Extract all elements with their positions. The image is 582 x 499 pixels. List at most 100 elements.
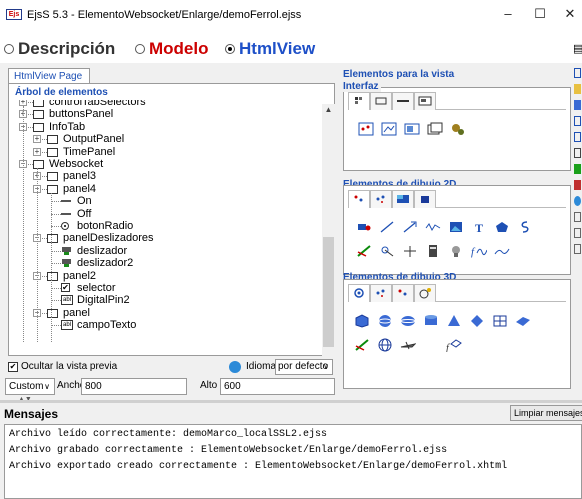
scroll-up-icon[interactable]: ▲	[322, 104, 335, 116]
clear-messages-button[interactable]: Limpiar mensajes	[510, 405, 582, 421]
spring-icon[interactable]	[517, 220, 533, 234]
element-tree[interactable]: + controlTabSelectors + buttonsPanel − InfoTa…	[17, 100, 317, 354]
function-3d-icon[interactable]: f	[446, 338, 462, 354]
tab-3d-sets[interactable]	[370, 284, 392, 302]
language-select[interactable]: por defecto ∨	[275, 359, 333, 375]
cone-3d-icon[interactable]	[446, 314, 462, 328]
tab-2d-basic[interactable]	[348, 190, 370, 208]
arrow-icon[interactable]	[402, 220, 418, 234]
analytic-3d-icon[interactable]	[354, 338, 370, 352]
scroll-thumb[interactable]	[323, 237, 334, 347]
tree-node[interactable]: ✔ selector	[17, 282, 317, 294]
text-icon[interactable]: T	[471, 220, 487, 235]
function-icon[interactable]: f	[471, 244, 488, 258]
tree-node[interactable]: deslizador2	[17, 257, 317, 269]
tab-2d-other[interactable]	[414, 190, 436, 208]
stop-icon[interactable]	[574, 180, 581, 190]
tab-2d-fields[interactable]	[392, 190, 414, 208]
globe-3d-icon[interactable]	[377, 338, 393, 352]
plot-panel-icon[interactable]	[358, 122, 374, 136]
tree-node[interactable]: + buttonsPanel	[17, 108, 317, 120]
tab-3d-fields[interactable]	[392, 284, 414, 302]
height-input[interactable]: 600	[220, 378, 335, 395]
tree-node[interactable]: + controlTabSelectors	[17, 100, 317, 108]
sphere-3d-icon[interactable]	[377, 314, 393, 328]
settings-icon[interactable]	[574, 212, 581, 222]
tab-interfaz-containers[interactable]	[348, 92, 370, 110]
mode-modelo[interactable]: Modelo	[135, 39, 209, 59]
search-icon[interactable]	[574, 132, 581, 142]
tab-interfaz-sliders[interactable]	[392, 92, 414, 110]
new-icon[interactable]	[574, 68, 581, 78]
tree-node[interactable]: On	[17, 195, 317, 207]
tree-node[interactable]: − panel	[17, 307, 317, 319]
tree-node[interactable]: − InfoTab	[17, 121, 317, 133]
tab-2d-sets[interactable]	[370, 190, 392, 208]
tree-node-label: campoTexto	[77, 319, 137, 332]
tree-node-label: panel3	[63, 170, 97, 183]
hide-preview-checkbox[interactable]: ✔	[8, 362, 18, 372]
polygon-icon[interactable]	[494, 220, 510, 234]
tab-htmlview-page[interactable]: HtmlView Page	[8, 68, 90, 84]
width-input[interactable]: 800	[81, 378, 187, 395]
tree-node[interactable]: − panel2	[17, 270, 317, 282]
tab-interfaz-fields[interactable]	[414, 92, 436, 110]
run-icon[interactable]	[574, 164, 581, 174]
tree-node[interactable]: − Websocket	[17, 158, 317, 170]
web-icon[interactable]	[574, 196, 581, 206]
analytic-curve-icon[interactable]	[356, 244, 372, 258]
maximize-button[interactable]: ☐	[526, 3, 554, 25]
expand-icon[interactable]: +	[33, 147, 41, 156]
tree-node[interactable]: − panel4	[17, 183, 317, 195]
tree-node[interactable]: abl DigitalPin2	[17, 294, 317, 306]
tree-node[interactable]: + panel3	[17, 170, 317, 182]
cross-icon[interactable]	[402, 244, 418, 258]
tree-node[interactable]: botonRadio	[17, 220, 317, 232]
image-icon[interactable]	[448, 220, 464, 234]
trail-icon[interactable]	[425, 220, 441, 234]
mode-descripcion[interactable]: Descripción	[4, 39, 115, 59]
tab-3d-other[interactable]	[414, 284, 436, 302]
ellipsoid-3d-icon[interactable]	[400, 314, 416, 328]
wave-icon[interactable]	[494, 244, 510, 258]
tree-scrollbar[interactable]: ▲ ▼	[322, 104, 335, 369]
axis-icon[interactable]	[379, 244, 395, 258]
page-icon[interactable]	[574, 148, 581, 158]
open-icon[interactable]	[574, 84, 581, 94]
minimize-button[interactable]: –	[494, 3, 522, 25]
surface-3d-icon[interactable]	[515, 314, 531, 328]
folder-icon	[33, 122, 44, 132]
save-icon[interactable]	[574, 100, 581, 110]
window-panel-icon[interactable]	[427, 122, 443, 136]
close-button[interactable]: ✕	[556, 3, 582, 25]
buffer-icon[interactable]	[425, 244, 441, 258]
drawing-panel-icon[interactable]	[381, 122, 397, 136]
mode-htmlview[interactable]: HtmlView	[225, 39, 315, 59]
tree-node[interactable]: abl campoTexto	[17, 319, 317, 331]
print-icon[interactable]	[574, 228, 581, 238]
airplane-icon[interactable]	[400, 338, 417, 352]
messages-area[interactable]: Archivo leído correctamente: demoMarco_l…	[4, 424, 582, 499]
cylinder-3d-icon[interactable]	[423, 314, 439, 328]
tree-node[interactable]: − panelDeslizadores	[17, 232, 317, 244]
size-preset-select[interactable]: Custom ∨	[5, 378, 55, 395]
info-icon[interactable]	[574, 244, 581, 254]
tree-node[interactable]: + TimePanel	[17, 146, 317, 158]
menu-icon[interactable]: ▤	[573, 42, 582, 55]
shape-icon[interactable]	[356, 220, 372, 234]
image-panel-icon[interactable]	[404, 122, 420, 136]
diamond-3d-icon[interactable]	[469, 314, 485, 328]
tree-node-label: Off	[77, 207, 92, 220]
tab-3d-basic[interactable]	[348, 284, 370, 302]
tab-interfaz-buttons[interactable]	[370, 92, 392, 110]
saveas-icon[interactable]	[574, 116, 581, 126]
box-3d-icon[interactable]	[354, 314, 370, 328]
tree-node[interactable]: Off	[17, 208, 317, 220]
tree-node[interactable]: + OutputPanel	[17, 133, 317, 145]
gear-icon[interactable]	[450, 122, 466, 136]
tree-node[interactable]: deslizador	[17, 245, 317, 257]
expand-icon[interactable]: +	[33, 135, 41, 144]
plane-3d-icon[interactable]	[492, 314, 508, 328]
cursor-icon[interactable]	[448, 244, 464, 258]
segment-icon[interactable]	[379, 220, 395, 234]
